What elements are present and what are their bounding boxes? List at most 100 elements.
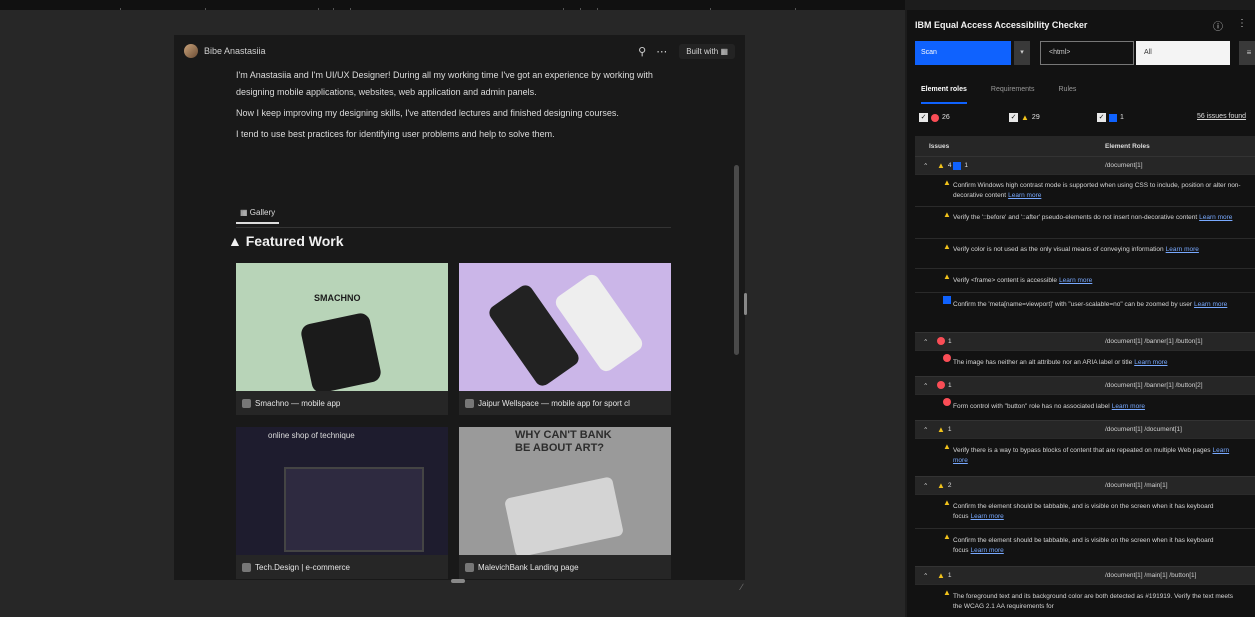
filter-icon[interactable]: ≡ [1239,41,1255,65]
issue-message-row[interactable]: Confirm the 'meta[name=viewport]' with "… [915,292,1255,325]
page-scrollbar[interactable] [734,165,739,355]
gallery-card[interactable]: SMACHNO Smachno — mobile app [236,263,448,415]
issue-message-row[interactable]: ▲ Verify color is not used as the only vi… [915,238,1255,268]
group-counts: ▲ 2 [937,481,952,490]
violations-filter[interactable]: ✓ 26 [919,113,950,122]
learn-more-link[interactable]: Learn more [1112,403,1145,410]
issue-group-row[interactable]: ⌃ ▲ 2 /document[1] /main[1] [915,476,1255,494]
issue-message: Verify the '::before' and '::after' pseu… [953,214,1198,221]
resize-corner-icon[interactable]: ∕ [741,582,743,592]
issue-message-row[interactable]: ▲ Verify <frame> content is accessible Lea… [915,268,1255,292]
needs-review-filter[interactable]: ✓ ▲ 29 [1009,113,1040,122]
chevron-up-icon[interactable]: ⌃ [923,382,928,390]
issue-message-row[interactable]: ▲ Confirm Windows high contrast mode is s… [915,174,1255,206]
issue-message-row[interactable]: The image has neither an alt attribute n… [915,350,1255,374]
issues-column-header: Issues [929,143,950,150]
issue-message-row[interactable]: ▲ Verify there is a way to bypass blocks … [915,438,1255,472]
checkbox-icon[interactable]: ✓ [1097,113,1106,122]
violation-icon [943,398,951,406]
help-icon[interactable]: ⓘ [1213,18,1223,33]
learn-more-link[interactable]: Learn more [1134,359,1167,366]
group-counts: 1 [937,337,952,345]
violation-icon [937,381,945,389]
filter-select[interactable]: All [1136,41,1230,65]
tab-requirements[interactable]: Requirements [991,86,1035,104]
chevron-down-icon[interactable]: ▾ [1014,41,1030,65]
warning-icon: ▲ [943,498,951,507]
group-counts: ▲ 1 [937,571,952,580]
card-thumbnail: WHY CAN'T BANK BE ABOUT ART? [459,427,671,555]
element-selector[interactable]: <html> [1040,41,1134,65]
learn-more-link[interactable]: Learn more [1059,277,1092,284]
learn-more-link[interactable]: Learn more [1194,301,1227,308]
chevron-up-icon[interactable]: ⌃ [923,426,928,434]
violation-icon [943,354,951,362]
tab-element-roles[interactable]: Element roles [921,86,967,104]
element-role-path: /document[1] [1105,162,1143,169]
issue-message: The image has neither an alt attribute n… [953,359,1133,366]
issue-group-row[interactable]: ⌃ 1 /document[1] /banner[1] /button[1] [915,332,1255,350]
issue-message-row[interactable]: ▲ Confirm the element should be tabbable,… [915,528,1255,562]
issue-group-row[interactable]: ⌃ ▲ 1 /document[1] /main[1] /button[1] [915,566,1255,584]
warning-icon: ▲ [937,161,945,170]
group-counts: 1 [937,381,952,389]
built-with-button[interactable]: Built with ▦ [679,43,735,59]
learn-more-link[interactable]: Learn more [1008,192,1041,199]
scan-button[interactable]: Scan [915,41,1011,65]
group-count: 4 [947,162,952,169]
author-name[interactable]: Bibe Anastasiia [204,46,266,56]
recommendations-filter[interactable]: ✓ 1 [1097,113,1124,122]
issue-message-row[interactable]: ▲ The foreground text and its background … [915,584,1255,617]
violation-icon [931,113,939,122]
warning-icon: ▲ [943,242,951,251]
issue-message-row[interactable]: ▲ Confirm the element should be tabbable,… [915,494,1255,528]
group-count: 1 [947,572,952,579]
gallery-card[interactable]: online shop of technique Tech.Design | e… [236,427,448,579]
issue-group-row[interactable]: ⌃ 1 /document[1] /banner[1] /button[2] [915,376,1255,394]
kebab-icon[interactable]: ⋮ [1237,18,1247,29]
issues-found-link[interactable]: 56 issues found [1197,113,1246,120]
group-count: 1 [948,381,952,389]
issue-message-row[interactable]: ▲ Verify the '::before' and '::after' pse… [915,206,1255,238]
notion-page: Bibe Anastasiia ⚲ ⋯ Built with ▦ I'm Ana… [174,35,745,580]
bottom-resize-handle[interactable] [451,579,465,583]
pane-divider-handle[interactable] [744,293,747,315]
chevron-up-icon[interactable]: ⌃ [923,482,928,490]
checkbox-icon[interactable]: ✓ [919,113,928,122]
phone-mockup [299,311,383,391]
learn-more-link[interactable]: Learn more [1166,246,1199,253]
warning-icon: ▲ [943,272,951,281]
roles-column-header: Element Roles [1105,143,1150,150]
page-icon [242,398,251,408]
more-icon[interactable]: ⋯ [656,45,667,58]
group-count: 1 [948,337,952,345]
card-caption: MalevichBank Landing page [459,555,671,579]
tab-rules[interactable]: Rules [1059,86,1077,104]
gallery-card[interactable]: WHY CAN'T BANK BE ABOUT ART? MalevichBan… [459,427,671,579]
checkbox-icon[interactable]: ✓ [1009,113,1018,122]
gallery-card[interactable]: Jaipur Wellspace — mobile app for sport … [459,263,671,415]
card-title: Jaipur Wellspace — mobile app for sport … [478,398,630,408]
learn-more-link[interactable]: Learn more [971,513,1004,520]
issue-message-row[interactable]: Form control with "button" role has no a… [915,394,1255,418]
issue-message: Confirm the 'meta[name=viewport]' with "… [953,301,1193,308]
browser-top-strip [0,0,905,22]
violations-count: 26 [942,114,950,121]
learn-more-link[interactable]: Learn more [1199,214,1232,221]
warning-icon: ▲ [943,588,951,597]
search-icon[interactable]: ⚲ [638,45,646,58]
issue-message: Form control with "button" role has no a… [953,403,1110,410]
chevron-up-icon[interactable]: ⌃ [923,572,928,580]
card-mockup [503,476,625,555]
avatar[interactable] [184,44,198,58]
element-role-path: /document[1] /main[1] [1105,482,1168,489]
page-topbar: Bibe Anastasiia ⚲ ⋯ Built with ▦ [174,35,745,67]
issue-group-row[interactable]: ⌃ ▲ 4 1 /document[1] [915,156,1255,174]
tab-gallery[interactable]: ▦ Gallery [236,208,280,224]
learn-more-link[interactable]: Learn more [971,547,1004,554]
chevron-up-icon[interactable]: ⌃ [923,162,928,170]
issues-table-header: Issues Element Roles [915,136,1255,156]
chevron-up-icon[interactable]: ⌃ [923,338,928,346]
card-caption: Smachno — mobile app [236,391,448,415]
issue-group-row[interactable]: ⌃ ▲ 1 /document[1] /document[1] [915,420,1255,438]
